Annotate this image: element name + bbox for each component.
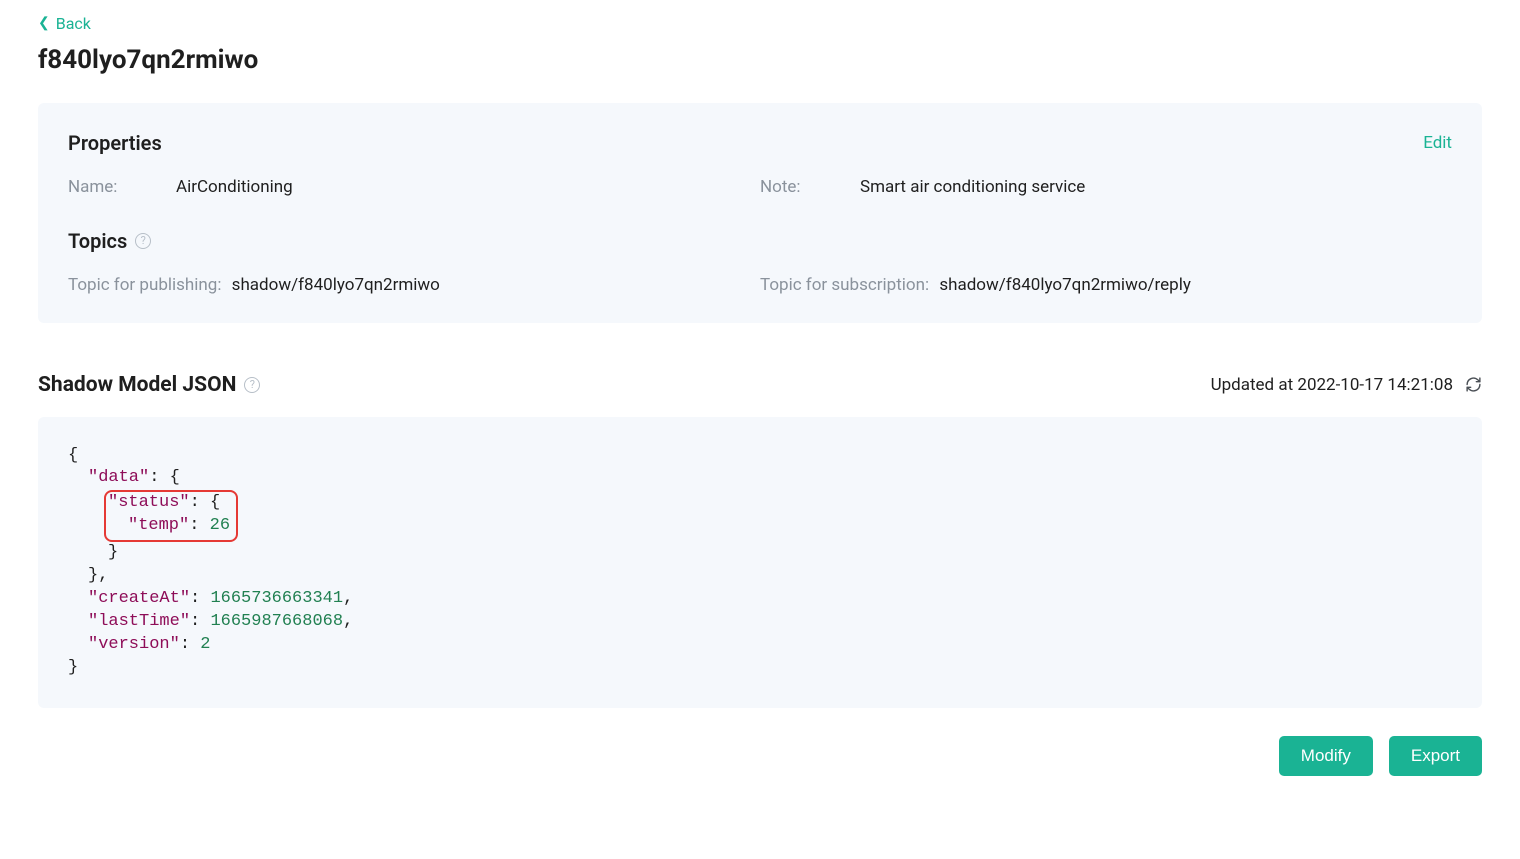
name-label: Name: xyxy=(68,177,172,197)
back-label: Back xyxy=(56,14,91,33)
json-code-block: { "data": { "status": { "temp": 26 } }, … xyxy=(38,417,1482,708)
export-button[interactable]: Export xyxy=(1389,736,1482,776)
name-value: AirConditioning xyxy=(176,177,293,197)
properties-title: Properties xyxy=(68,131,162,155)
note-label: Note: xyxy=(760,177,856,197)
chevron-left-icon: ❮ xyxy=(38,15,50,31)
help-icon[interactable]: ? xyxy=(135,233,151,249)
topic-pub-label: Topic for publishing: xyxy=(68,275,221,295)
page-title: f840lyo7qn2rmiwo xyxy=(38,45,1482,75)
modify-button[interactable]: Modify xyxy=(1279,736,1373,776)
topic-sub-label: Topic for subscription: xyxy=(760,275,929,295)
edit-button[interactable]: Edit xyxy=(1423,133,1452,153)
back-link[interactable]: ❮ Back xyxy=(38,14,91,33)
updated-at-label: Updated at 2022-10-17 14:21:08 xyxy=(1211,375,1453,395)
topics-title: Topics xyxy=(68,229,127,253)
properties-panel: Properties Edit Name: AirConditioning No… xyxy=(38,103,1482,323)
topic-sub-value: shadow/f840lyo7qn2rmiwo/reply xyxy=(939,275,1191,295)
help-icon[interactable]: ? xyxy=(244,377,260,393)
note-value: Smart air conditioning service xyxy=(860,177,1085,197)
highlight-annotation: "status": { "temp": 26 xyxy=(104,490,238,542)
topic-pub-value: shadow/f840lyo7qn2rmiwo xyxy=(232,275,440,295)
json-section-title: Shadow Model JSON xyxy=(38,373,236,397)
refresh-icon[interactable] xyxy=(1465,376,1482,393)
